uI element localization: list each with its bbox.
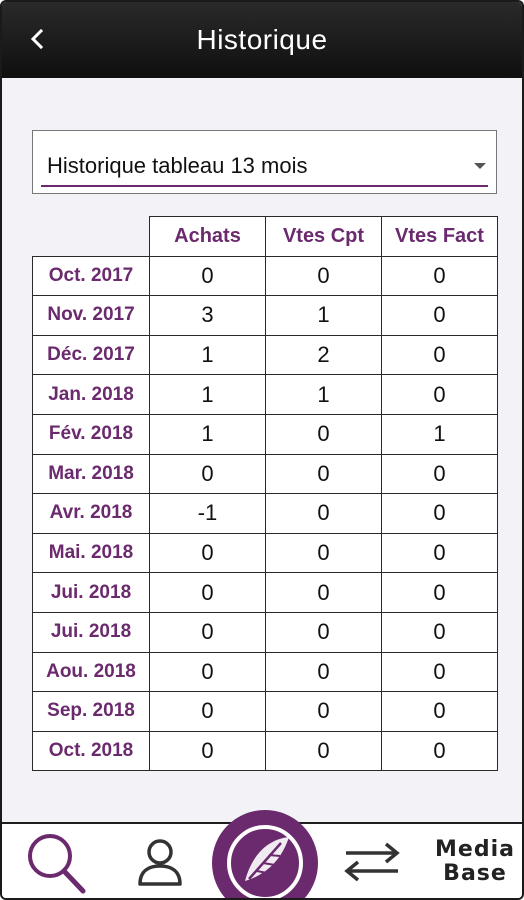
table-cell-vtes-fact: 0 (381, 691, 498, 732)
table-cell-achats: 3 (149, 295, 266, 336)
table-row: Avr. 2018 -1 0 0 (32, 493, 498, 534)
table-cell-vtes-cpt: 0 (265, 572, 382, 613)
row-month-label: Oct. 2018 (32, 730, 150, 772)
logo-icon (227, 825, 303, 898)
table-row: Oct. 2017 0 0 0 (32, 255, 498, 297)
row-month-label: Jan. 2018 (32, 374, 150, 415)
table-cell-achats: 0 (149, 691, 266, 732)
table-row: Fév. 2018 1 0 1 (32, 413, 498, 455)
row-month-label: Oct. 2017 (32, 255, 150, 297)
table-cell-vtes-cpt: 0 (265, 493, 382, 534)
user-icon (138, 839, 182, 886)
header-bar: Historique (2, 2, 522, 78)
dropdown-arrow-icon (474, 163, 486, 169)
table-cell-vtes-cpt: 0 (265, 730, 382, 772)
row-month-label: Sep. 2018 (32, 691, 150, 732)
table-cell-vtes-cpt: 1 (265, 295, 382, 336)
table-row: Jui. 2018 0 0 0 (32, 611, 498, 653)
table-cell-vtes-fact: 0 (381, 374, 498, 415)
table-cell-vtes-cpt: 0 (265, 691, 382, 732)
row-month-label: Avr. 2018 (32, 493, 150, 534)
column-header-achats: Achats (149, 216, 266, 257)
table-cell-vtes-cpt: 0 (265, 453, 382, 495)
period-select-value: Historique tableau 13 mois (47, 153, 308, 178)
mediabase-label-line2: Base (443, 861, 507, 886)
table-body: Oct. 2017 0 0 0 Nov. 2017 3 1 0 Déc. 2017 1 2 0 Jan.… (32, 255, 498, 772)
page-title: Historique (196, 24, 328, 55)
table-cell-achats: 0 (149, 651, 266, 693)
row-month-label: Aou. 2018 (32, 651, 150, 693)
nav-profile-button[interactable] (120, 824, 200, 898)
table-row: Mai. 2018 0 0 0 (32, 532, 498, 574)
table-row: Aou. 2018 0 0 0 (32, 651, 498, 693)
row-month-label: Mai. 2018 (32, 532, 150, 574)
table-cell-vtes-cpt: 0 (265, 255, 382, 297)
table-cell-achats: 1 (149, 413, 266, 455)
table-row: Déc. 2017 1 2 0 (32, 334, 498, 376)
table-cell-vtes-cpt: 0 (265, 651, 382, 693)
table-cell-vtes-cpt: 1 (265, 374, 382, 415)
home-logo-button[interactable] (212, 810, 318, 898)
table-cell-achats: -1 (149, 493, 266, 534)
column-header-vtes-fact: Vtes Fact (381, 216, 498, 257)
table-cell-achats: 0 (149, 532, 266, 574)
table-cell-vtes-fact: 0 (381, 651, 498, 693)
app-window: Historique Historique tableau 13 mois Ac… (0, 0, 524, 900)
nav-transfer-button[interactable] (332, 824, 412, 898)
table-cell-vtes-fact: 0 (381, 493, 498, 534)
table-header-row: Achats Vtes Cpt Vtes Fact (32, 216, 498, 257)
table-cell-achats: 1 (149, 334, 266, 376)
table-cell-vtes-fact: 1 (381, 413, 498, 455)
row-month-label: Mar. 2018 (32, 453, 150, 495)
swap-icon (344, 842, 400, 882)
table-cell-vtes-fact: 0 (381, 334, 498, 376)
table-cell-vtes-cpt: 0 (265, 413, 382, 455)
nav-search-button[interactable] (16, 824, 96, 898)
table-cell-achats: 1 (149, 374, 266, 415)
nav-mediabase-button[interactable]: Media Base (430, 824, 520, 898)
table-row: Jui. 2018 0 0 0 (32, 572, 498, 613)
table-row: Mar. 2018 0 0 0 (32, 453, 498, 495)
table-cell-vtes-fact: 0 (381, 572, 498, 613)
bottom-nav: Media Base (2, 810, 522, 898)
table-cell-vtes-cpt: 0 (265, 532, 382, 574)
table-row: Oct. 2018 0 0 0 (32, 730, 498, 772)
corner-cell (32, 216, 150, 257)
table-cell-vtes-fact: 0 (381, 255, 498, 297)
table-cell-achats: 0 (149, 611, 266, 653)
column-header-vtes-cpt: Vtes Cpt (265, 216, 382, 257)
row-month-label: Nov. 2017 (32, 295, 150, 336)
table-cell-vtes-fact: 0 (381, 453, 498, 495)
table-row: Jan. 2018 1 1 0 (32, 374, 498, 415)
table-row: Nov. 2017 3 1 0 (32, 295, 498, 336)
search-icon (28, 834, 86, 894)
table-cell-vtes-fact: 0 (381, 730, 498, 772)
history-table: Achats Vtes Cpt Vtes Fact Oct. 2017 0 0 0 No… (32, 216, 498, 772)
table-cell-achats: 0 (149, 572, 266, 613)
table-cell-vtes-cpt: 0 (265, 611, 382, 653)
mediabase-label-line1: Media (435, 837, 515, 862)
table-cell-vtes-fact: 0 (381, 532, 498, 574)
table-cell-achats: 0 (149, 255, 266, 297)
table-row: Sep. 2018 0 0 0 (32, 691, 498, 732)
table-cell-vtes-cpt: 2 (265, 334, 382, 376)
period-select[interactable]: Historique tableau 13 mois (32, 130, 497, 194)
table-cell-achats: 0 (149, 453, 266, 495)
row-month-label: Fév. 2018 (32, 413, 150, 455)
row-month-label: Déc. 2017 (32, 334, 150, 376)
table-cell-achats: 0 (149, 730, 266, 772)
main-content: Historique tableau 13 mois Achats Vtes C… (2, 78, 522, 826)
row-month-label: Jui. 2018 (32, 572, 150, 613)
history-table-container: Achats Vtes Cpt Vtes Fact Oct. 2017 0 0 0 No… (32, 216, 498, 772)
table-cell-vtes-fact: 0 (381, 611, 498, 653)
table-cell-vtes-fact: 0 (381, 295, 498, 336)
row-month-label: Jui. 2018 (32, 611, 150, 653)
select-underline (41, 185, 488, 187)
